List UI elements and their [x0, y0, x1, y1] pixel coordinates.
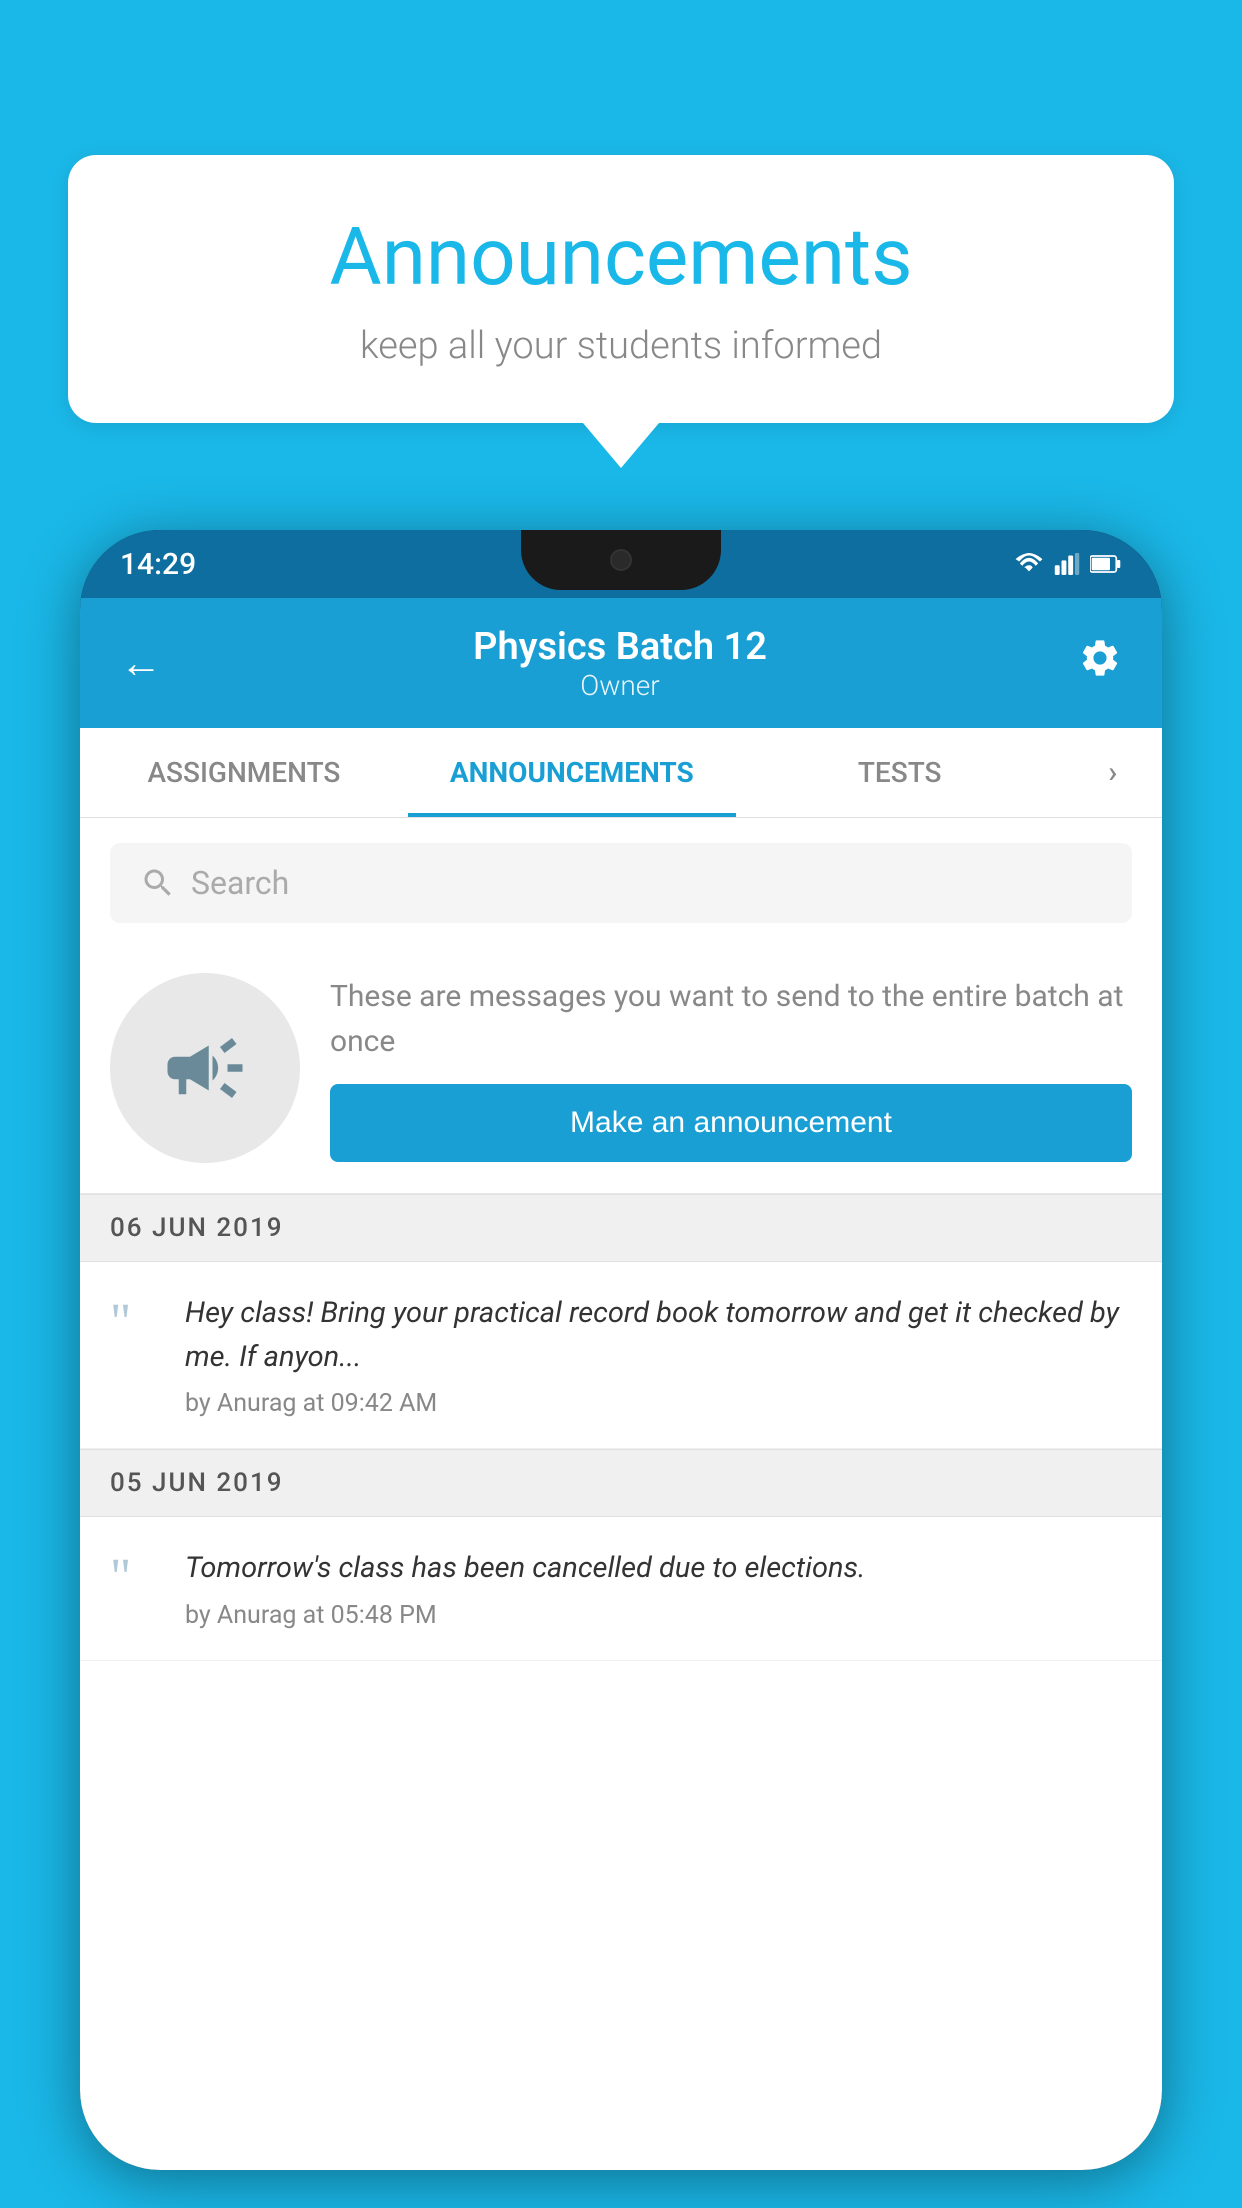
phone-screen: Search These are messages you want to se… — [80, 818, 1162, 2170]
speech-bubble-arrow — [583, 423, 659, 468]
announcement-text-1: Hey class! Bring your practical record b… — [185, 1292, 1132, 1379]
announcement-item-1[interactable]: " Hey class! Bring your practical record… — [80, 1262, 1162, 1449]
announcement-content-2: Tomorrow's class has been cancelled due … — [185, 1547, 1132, 1630]
phone-notch — [521, 530, 721, 590]
announcement-text-2: Tomorrow's class has been cancelled due … — [185, 1547, 1132, 1591]
tab-announcements[interactable]: ANNOUNCEMENTS — [408, 728, 736, 817]
search-placeholder: Search — [191, 864, 289, 902]
announcement-icon-circle — [110, 973, 300, 1163]
speech-bubble: Announcements keep all your students inf… — [68, 155, 1174, 423]
speech-bubble-container: Announcements keep all your students inf… — [68, 155, 1174, 468]
announcement-content-1: Hey class! Bring your practical record b… — [185, 1292, 1132, 1418]
search-bar[interactable]: Search — [110, 843, 1132, 923]
status-bar: 14:29 — [80, 530, 1162, 598]
announcement-meta-1: by Anurag at 09:42 AM — [185, 1389, 1132, 1418]
make-announcement-button[interactable]: Make an announcement — [330, 1084, 1132, 1162]
tab-more[interactable]: › — [1064, 728, 1162, 817]
tab-assignments[interactable]: ASSIGNMENTS — [80, 728, 408, 817]
batch-title: Physics Batch 12 — [473, 625, 767, 669]
header-title-group: Physics Batch 12 Owner — [473, 625, 767, 702]
settings-button[interactable] — [1078, 636, 1122, 690]
announcement-promo-text: These are messages you want to send to t… — [330, 974, 1132, 1064]
status-icons — [1014, 553, 1122, 575]
date-separator-1: 06 JUN 2019 — [80, 1194, 1162, 1262]
quote-icon-1: " — [110, 1297, 160, 1349]
wifi-icon — [1014, 553, 1044, 575]
front-camera — [610, 549, 632, 571]
search-icon — [140, 865, 176, 901]
megaphone-icon — [160, 1023, 250, 1113]
app-header: ← Physics Batch 12 Owner — [80, 598, 1162, 728]
tabs-bar: ASSIGNMENTS ANNOUNCEMENTS TESTS › — [80, 728, 1162, 818]
date-separator-2: 05 JUN 2019 — [80, 1449, 1162, 1517]
announcement-item-2[interactable]: " Tomorrow's class has been cancelled du… — [80, 1517, 1162, 1661]
phone-frame: 14:29 ← Physics Batch 12 Own — [80, 530, 1162, 2170]
signal-icon — [1054, 553, 1080, 575]
speech-bubble-subtitle: keep all your students informed — [128, 324, 1114, 368]
announcement-promo-right: These are messages you want to send to t… — [330, 974, 1132, 1162]
announcement-meta-2: by Anurag at 05:48 PM — [185, 1601, 1132, 1630]
back-button[interactable]: ← — [120, 639, 162, 688]
batch-subtitle: Owner — [473, 669, 767, 702]
tab-tests[interactable]: TESTS — [736, 728, 1064, 817]
quote-icon-2: " — [110, 1552, 160, 1604]
battery-icon — [1090, 553, 1122, 575]
speech-bubble-title: Announcements — [128, 210, 1114, 304]
status-time: 14:29 — [120, 547, 196, 582]
announcement-promo: These are messages you want to send to t… — [80, 943, 1162, 1194]
